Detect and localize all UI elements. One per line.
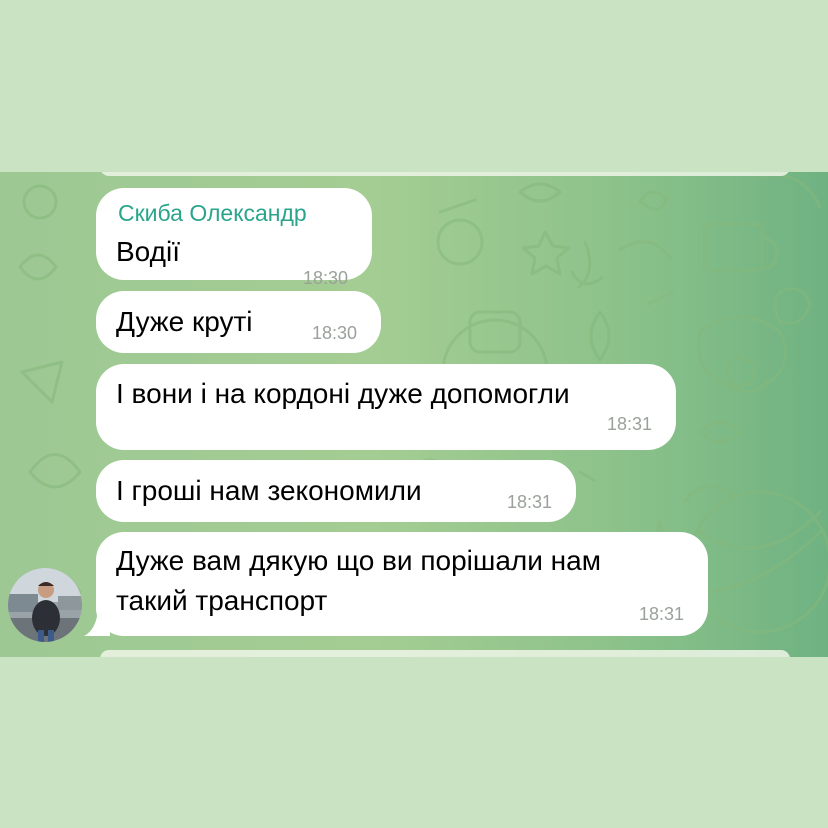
message-time: 18:30	[302, 268, 348, 288]
message-text: І вони і на кордоні дуже допомогли	[116, 378, 570, 409]
message-bubble[interactable]: Дуже вам дякую що ви порішали нам такий …	[84, 532, 708, 636]
message-bubble[interactable]: Дуже круті 18:30	[96, 291, 381, 353]
message-text: Дуже круті	[116, 306, 253, 337]
message-time: 18:31	[638, 604, 684, 624]
bubble-tail-icon	[84, 610, 110, 636]
message-text: Дуже вам дякую що ви порішали нам	[116, 545, 601, 576]
message-bubble[interactable]: Скиба Олександр Водії 18:30	[96, 188, 372, 288]
message-bubble[interactable]: І гроші нам зекономили 18:31	[96, 460, 576, 522]
message-text: такий транспорт	[116, 585, 328, 616]
message-time: 18:30	[311, 323, 357, 343]
sender-name[interactable]: Скиба Олександр	[118, 200, 307, 227]
message-text: Водії	[116, 236, 180, 267]
top-margin	[0, 0, 828, 172]
message-time: 18:31	[606, 414, 652, 434]
chat-history[interactable]: Скиба Олександр Водії 18:30 Дуже круті 1…	[0, 172, 828, 657]
message-time: 18:31	[506, 492, 552, 512]
message-text: І гроші нам зекономили	[116, 475, 422, 506]
bottom-margin	[0, 657, 828, 828]
previous-message-edge	[100, 172, 790, 176]
avatar[interactable]	[8, 568, 82, 642]
message-bubble[interactable]: І вони і на кордоні дуже допомогли 18:31	[96, 364, 676, 450]
next-message-edge	[100, 650, 790, 657]
